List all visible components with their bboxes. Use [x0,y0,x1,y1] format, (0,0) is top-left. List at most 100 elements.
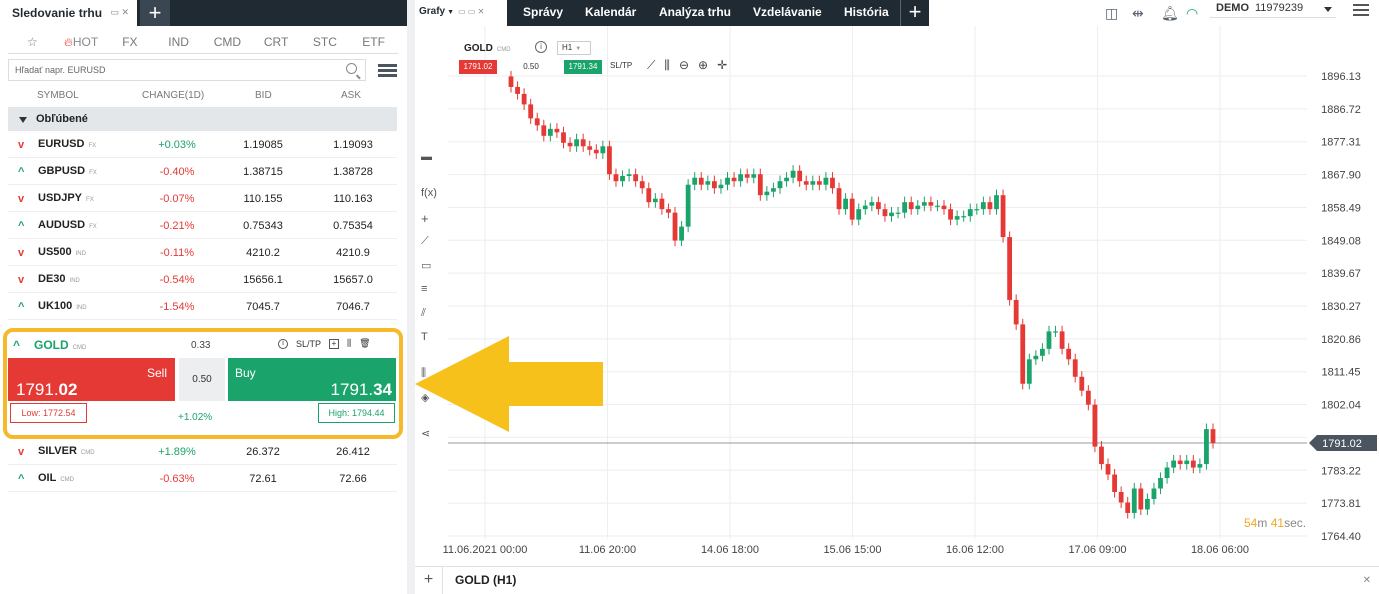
instrument-row[interactable]: ^ UK100 IND -1.54% 7045.7 7046.7 [8,294,397,320]
trendline-icon[interactable]: ⟋ [421,235,429,248]
list-view-icon[interactable] [378,64,397,78]
add-chart-button[interactable]: + [415,567,443,594]
add-panel-button[interactable]: + [140,0,170,26]
search-icon[interactable] [346,63,357,74]
instrument-row[interactable]: ^ AUDUSD FX -0.21% 0.75343 0.75354 [8,213,397,239]
col-change[interactable]: CHANGE(1D) [142,90,204,101]
instrument-row[interactable]: v DE30 IND -0.54% 15656.1 15657.0 [8,267,397,293]
chart-lot-input[interactable]: 0.50 [515,60,547,74]
instrument-row[interactable]: v US500 IND -0.11% 4210.2 4210.9 [8,240,397,266]
candle-body [508,76,514,87]
chevron-up-icon[interactable]: ^ [18,220,24,232]
add-tab-button[interactable]: + [900,0,929,26]
instrument-bid[interactable]: 1.38715 [213,166,313,178]
instrument-bid[interactable]: 0.75343 [213,220,313,232]
instrument-ask[interactable]: 26.412 [303,446,403,458]
x-tick-label: 11.06 20:00 [579,544,636,556]
filter-ind[interactable]: IND [154,30,203,53]
col-symbol[interactable]: SYMBOL [37,90,79,101]
account-selector[interactable]: DEMO 11979239 [1210,0,1336,18]
instrument-bid[interactable]: 4210.2 [213,247,313,259]
instrument-ask[interactable]: 1.19093 [303,139,403,151]
col-ask[interactable]: ASK [341,90,361,101]
chevron-up-icon[interactable]: ^ [18,166,24,178]
move-icon[interactable]: ⇹ [1132,5,1144,22]
instrument-ask[interactable]: 15657.0 [303,274,403,286]
market-watch-tab[interactable]: Sledovanie trhu ▭ ✕ [0,0,137,26]
instrument-bid[interactable]: 1.19085 [213,139,313,151]
layout-icon[interactable]: ◫ [1105,5,1118,22]
filter-crt[interactable]: CRT [252,30,301,53]
chart-sell-button[interactable]: 1791.02 [459,60,497,74]
instrument-row[interactable]: ^ OIL CMD -0.63% 72.61 72.66 [8,466,397,492]
candle-body [652,198,658,203]
y-tick-label: 1783.22 [1321,465,1361,477]
line-chart-icon[interactable]: ⟋ [647,58,655,73]
window-controls-icon[interactable]: ▭ ✕ [110,7,129,18]
filter-hot[interactable]: 🔥︎HOT [57,30,106,53]
instrument-row[interactable]: v EURUSD FX +0.03% 1.19085 1.19093 [8,132,397,158]
panel-divider[interactable] [407,0,415,594]
instrument-bid[interactable]: 26.372 [213,446,313,458]
instrument-bid[interactable]: 15656.1 [213,274,313,286]
zoom-out-icon[interactable]: ⊖ [679,58,689,73]
indicators-icon[interactable]: f(x) [421,187,437,199]
instrument-bid[interactable]: 7045.7 [213,301,313,313]
close-icon[interactable]: ✕ [1363,575,1371,586]
filter-stc[interactable]: STC [301,30,350,53]
chevron-down-icon[interactable]: v [18,274,24,286]
price-chart[interactable]: 11.06.2021 00:00 11.06 20:00 14.06 18:00 15… [415,26,1379,566]
chart-buy-button[interactable]: 1791.34 [564,60,602,74]
search-input[interactable]: Hľadať napr. EURUSD [8,59,366,81]
favorites-group-header[interactable]: Obľúbené [8,107,397,131]
candle-body [738,174,744,182]
nav-history[interactable]: História [844,0,889,26]
window-controls-icon[interactable]: ▭ ▭ ✕ [458,7,484,16]
chevron-down-icon[interactable]: v [18,193,24,205]
instrument-ask[interactable]: 72.66 [303,473,403,485]
instrument-row[interactable]: ^ GBPUSD FX -0.40% 1.38715 1.38728 [8,159,397,185]
chart-tab[interactable]: GOLD (H1) [455,573,516,587]
timeframe-select[interactable]: H1 ▼ [557,41,591,55]
rectangle-icon[interactable]: ▭ [421,259,431,272]
instrument-ask[interactable]: 110.163 [303,193,403,205]
chevron-down-icon[interactable]: v [18,446,24,458]
instrument-bid[interactable]: 110.155 [213,193,313,205]
col-bid[interactable]: BID [255,90,272,101]
chevron-down-icon[interactable]: v [18,139,24,151]
instrument-ask[interactable]: 1.38728 [303,166,403,178]
drawing-tools-icon[interactable]: ▬ [421,151,432,163]
chart-area[interactable]: 11.06.2021 00:00 11.06 20:00 14.06 18:00 15… [415,26,1379,566]
filter-favorites[interactable]: ☆ [8,30,57,53]
chevron-up-icon[interactable]: ^ [18,301,24,313]
fibonacci-icon[interactable]: ≡ [421,283,427,295]
zoom-in-icon[interactable]: ⊕ [698,58,708,73]
nav-education[interactable]: Vzdelávanie [753,0,822,26]
filter-etf[interactable]: ETF [349,30,398,53]
candles-icon[interactable]: ⫼ [664,58,670,73]
menu-icon[interactable] [1353,4,1369,19]
instrument-row[interactable]: v SILVER CMD +1.89% 26.372 26.412 [8,439,397,465]
bell-icon[interactable]: 🔔︎ [1161,5,1179,22]
filter-fx[interactable]: FX [106,30,155,53]
nav-news[interactable]: Správy [523,0,563,26]
instrument-row[interactable]: v USDJPY FX -0.07% 110.155 110.163 [8,186,397,212]
chart-info-icon[interactable]: i [535,41,547,53]
instrument-bid[interactable]: 72.61 [213,473,313,485]
crosshair-icon[interactable]: ✛ [717,58,727,73]
nav-charts-tab[interactable]: Grafy ▼ ▭ ▭ ✕ [419,0,484,26]
instrument-ask[interactable]: 4210.9 [303,247,403,259]
candle-body [994,195,999,210]
instrument-ask[interactable]: 0.75354 [303,220,403,232]
chart-symbol[interactable]: GOLD CMD [464,43,511,54]
chevron-down-icon[interactable]: v [18,247,24,259]
chevron-up-icon[interactable]: ^ [18,473,24,485]
crosshair-tool-icon[interactable]: + [421,211,429,226]
chart-sltp-button[interactable]: SL/TP [610,61,632,70]
nav-calendar[interactable]: Kalendár [585,0,636,26]
channel-icon[interactable]: ⫽ [421,307,426,320]
nav-analysis[interactable]: Analýza trhu [659,0,731,26]
filter-cmd[interactable]: CMD [203,30,252,53]
instrument-ask[interactable]: 7046.7 [303,301,403,313]
candle-body [1204,429,1209,465]
